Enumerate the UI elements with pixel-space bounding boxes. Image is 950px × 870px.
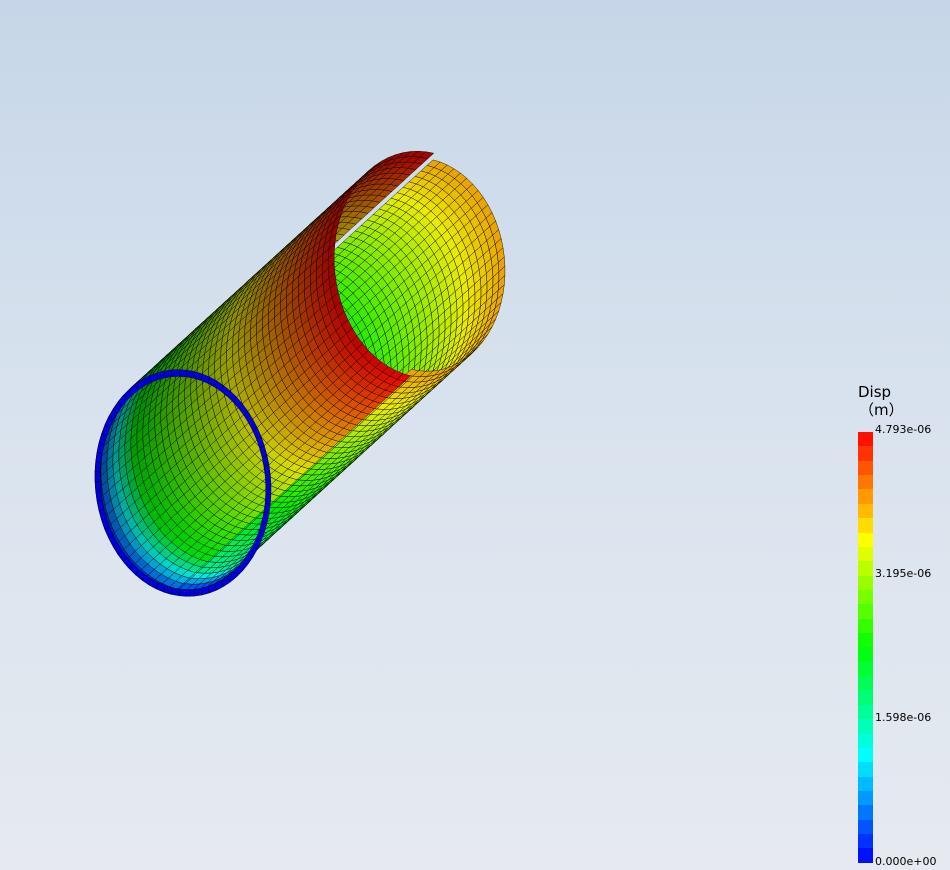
colorbar-band [858,460,873,476]
mesh-element [94,461,102,473]
colorbar-band [858,633,873,648]
colorbar-band [858,690,873,705]
colorbar-band [858,575,873,590]
colorbar-band [858,503,873,519]
mesh-element [171,369,180,377]
colorbar-band [858,589,873,605]
colorbar-band [858,618,873,634]
colorbar-band [858,676,873,691]
colorbar-band [858,432,873,447]
legend-colorbar [858,432,873,863]
colorbar-band [858,805,873,820]
legend-tick-1: 1.598e-06 [875,711,932,724]
colorbar-band [858,532,873,547]
mesh-element [263,464,271,476]
legend-tick-max: 4.793e-06 [875,423,932,436]
colorbar-band [858,475,873,490]
colorbar-band [858,647,873,662]
mesh-element [193,588,203,597]
mesh-element [200,586,210,596]
colorbar-band [858,776,873,791]
legend-tick-min: 0.000e+00 [875,855,937,868]
mesh-element [95,490,103,502]
mesh-elements [94,150,506,597]
colorbar-band [858,661,873,677]
colorbar-band [858,747,873,763]
colorbar-band [858,446,873,461]
colorbar-band [858,518,873,533]
mesh-element [264,474,272,485]
colorbar-band [858,719,873,734]
model-viewport[interactable] [0,0,950,870]
colorbar-band [858,704,873,720]
mesh-element [186,369,195,379]
colorbar-band [858,489,873,504]
legend-tick-2: 3.195e-06 [875,567,932,580]
colorbar-band [858,733,873,748]
colorbar-band [858,561,873,576]
colorbar-band [858,546,873,562]
colorbar-band [858,848,873,863]
cylinder-displacement-contour[interactable] [0,0,950,870]
mesh-element [94,471,101,482]
mesh-element [178,588,188,597]
legend-unit: （m） [859,401,904,419]
colorbar-band [858,604,873,619]
mesh-element [265,484,272,495]
colorbar-band [858,834,873,849]
mesh-element [171,587,180,597]
mesh-element [163,369,173,378]
mesh-element [94,481,102,492]
mesh-element [186,589,195,597]
colorbar-band [858,762,873,777]
colorbar-band [858,790,873,806]
legend-title: Disp [858,383,892,401]
mesh-element [178,369,188,378]
mesh-element [264,493,272,505]
colorbar-band [858,819,873,835]
